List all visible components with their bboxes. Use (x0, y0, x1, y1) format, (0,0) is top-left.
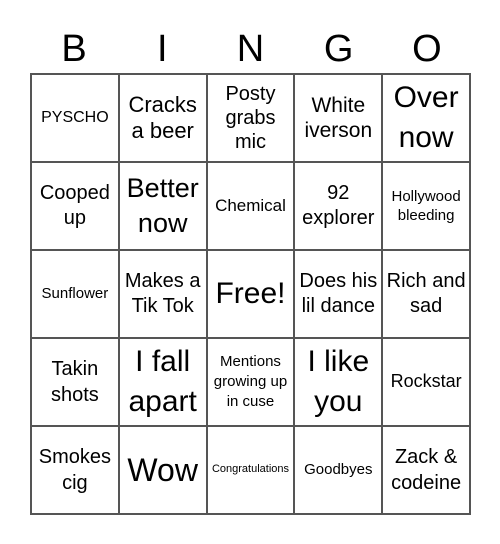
bingo-cell[interactable]: Congratulations (206, 426, 295, 514)
cell-label: Smokes cig (38, 446, 112, 494)
free-space-cell[interactable]: Free! (206, 250, 295, 338)
bingo-cell[interactable]: White iverson (294, 74, 383, 162)
cell-label: I fall apart (128, 344, 197, 419)
header-letter-n: N (236, 28, 265, 70)
cell-label: Hollywood bleeding (391, 187, 461, 225)
bingo-cell[interactable]: Wow (118, 426, 207, 514)
cell-label: Mentions growing up in cuse (213, 352, 288, 411)
cell-label: Rockstar (390, 371, 462, 392)
bingo-cell[interactable]: Rich and sad (382, 250, 470, 338)
bingo-cell[interactable]: PYSCHO (31, 74, 119, 162)
cell-label: Takin shots (50, 358, 99, 406)
bingo-cell[interactable]: Chemical (206, 162, 295, 250)
bingo-cell[interactable]: Does his lil dance (294, 250, 383, 338)
bingo-cell[interactable]: I fall apart (118, 338, 207, 426)
cell-label: Better now (126, 172, 199, 238)
bingo-cell[interactable]: Mentions growing up in cuse (206, 338, 295, 426)
cell-label: 92 explorer (302, 182, 375, 229)
cell-label: Rich and sad (386, 270, 466, 317)
bingo-cell[interactable]: Cracks a beer (118, 74, 207, 162)
header-letter-g: G (323, 28, 354, 70)
cell-label: Goodbyes (304, 461, 373, 478)
bingo-header: B I N G O (30, 24, 471, 74)
bingo-cell[interactable]: Takin shots (31, 338, 119, 426)
cell-label: Cooped up (39, 182, 110, 229)
cell-label: Chemical (215, 195, 286, 215)
header-letter-b: B (61, 28, 87, 70)
bingo-cell[interactable]: Over now (382, 74, 470, 162)
bingo-cell[interactable]: Hollywood bleeding (382, 162, 470, 250)
bingo-cell[interactable]: Goodbyes (294, 426, 383, 514)
bingo-cell[interactable]: Makes a Tik Tok (118, 250, 207, 338)
cell-label: Makes a Tik Tok (124, 270, 201, 317)
cell-label: White iverson (304, 93, 373, 142)
bingo-cell[interactable]: 92 explorer (294, 162, 383, 250)
cell-label: Congratulations (211, 463, 290, 476)
bingo-cell[interactable]: Smokes cig (31, 426, 119, 514)
cell-label: Zack & codeine (391, 446, 462, 494)
cell-label: Free! (215, 277, 286, 310)
bingo-cell[interactable]: Cooped up (31, 162, 119, 250)
bingo-cell[interactable]: Better now (118, 162, 207, 250)
bingo-cell[interactable]: Rockstar (382, 338, 470, 426)
header-letter-i: I (157, 28, 168, 70)
cell-label: Wow (127, 451, 198, 488)
cell-label: Cracks a beer (128, 91, 197, 143)
bingo-cell[interactable]: Posty grabs mic (206, 74, 295, 162)
cell-label: Posty grabs mic (225, 83, 276, 153)
bingo-cell[interactable]: Zack & codeine (382, 426, 470, 514)
cell-label: Sunflower (41, 285, 109, 302)
cell-label: Over now (393, 80, 459, 155)
bingo-cell[interactable]: Sunflower (31, 250, 119, 338)
bingo-cell[interactable]: I like you (294, 338, 383, 426)
header-letter-o: O (412, 28, 442, 70)
cell-label: I like you (307, 344, 370, 419)
cell-label: PYSCHO (41, 109, 109, 127)
cell-label: Does his lil dance (299, 270, 378, 317)
bingo-grid: PYSCHO Cracks a beer Posty grabs mic White … (30, 73, 471, 515)
